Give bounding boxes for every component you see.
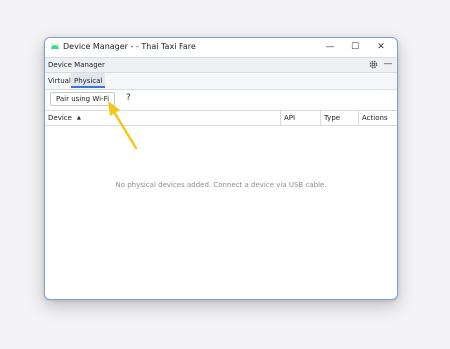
tool-window-header: Device Manager — <box>45 57 397 73</box>
maximize-icon: ☐ <box>350 42 360 52</box>
android-logo-icon <box>51 43 59 49</box>
column-header-device[interactable]: Device ▲ <box>45 111 280 125</box>
tab-virtual[interactable]: Virtual <box>48 77 71 85</box>
action-bar: Pair using Wi-Fi ? <box>45 90 397 108</box>
sort-ascending-icon: ▲ <box>76 115 81 121</box>
help-icon[interactable]: ? <box>126 93 131 103</box>
tab-strip: Virtual Physical <box>45 73 397 90</box>
close-button[interactable]: ✕ <box>368 39 394 55</box>
column-header-actions[interactable]: Actions <box>358 111 397 125</box>
title-bar: Device Manager - - Thai Taxi Fare — ☐ ✕ <box>45 38 397 56</box>
device-table-header: Device ▲ API Type Actions <box>45 110 397 126</box>
column-header-api[interactable]: API <box>280 111 320 125</box>
window-title: Device Manager - - Thai Taxi Fare <box>63 42 196 51</box>
maximize-button[interactable]: ☐ <box>342 39 368 55</box>
column-label-device: Device <box>48 114 72 122</box>
minimize-panel-icon[interactable]: — <box>383 59 393 70</box>
close-icon: ✕ <box>377 42 385 52</box>
minimize-icon: — <box>325 42 335 52</box>
gear-icon[interactable] <box>368 59 379 70</box>
pair-wifi-button[interactable]: Pair using Wi-Fi <box>50 92 115 106</box>
device-manager-window: Device Manager - - Thai Taxi Fare — ☐ ✕ … <box>44 37 398 300</box>
tool-window-title: Device Manager <box>48 61 105 69</box>
tab-physical[interactable]: Physical <box>71 73 106 88</box>
minimize-button[interactable]: — <box>317 39 343 55</box>
empty-state-message: No physical devices added. Connect a dev… <box>115 181 327 189</box>
column-header-type[interactable]: Type <box>320 111 358 125</box>
